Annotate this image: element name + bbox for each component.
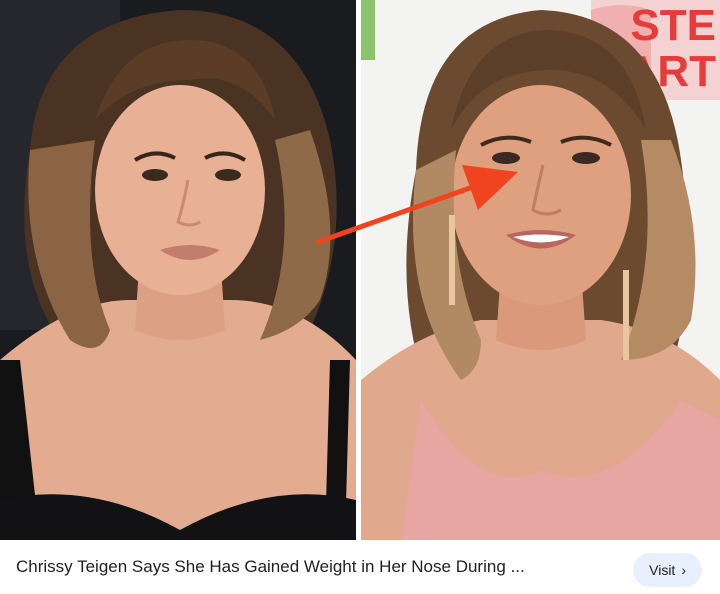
- visit-button[interactable]: Visit ›: [633, 553, 702, 587]
- chevron-right-icon: ›: [681, 562, 686, 578]
- result-bar: Chrissy Teigen Says She Has Gained Weigh…: [0, 540, 720, 594]
- backdrop-logo-text: STE: [630, 1, 716, 50]
- left-photo: [0, 0, 356, 540]
- visit-button-label: Visit: [649, 562, 676, 578]
- result-title-link[interactable]: Chrissy Teigen Says She Has Gained Weigh…: [16, 540, 596, 594]
- right-photo-illustration: STE ART: [361, 0, 720, 540]
- right-photo: STE ART: [361, 0, 720, 540]
- left-photo-illustration: [0, 0, 356, 540]
- result-image[interactable]: STE ART: [0, 0, 720, 540]
